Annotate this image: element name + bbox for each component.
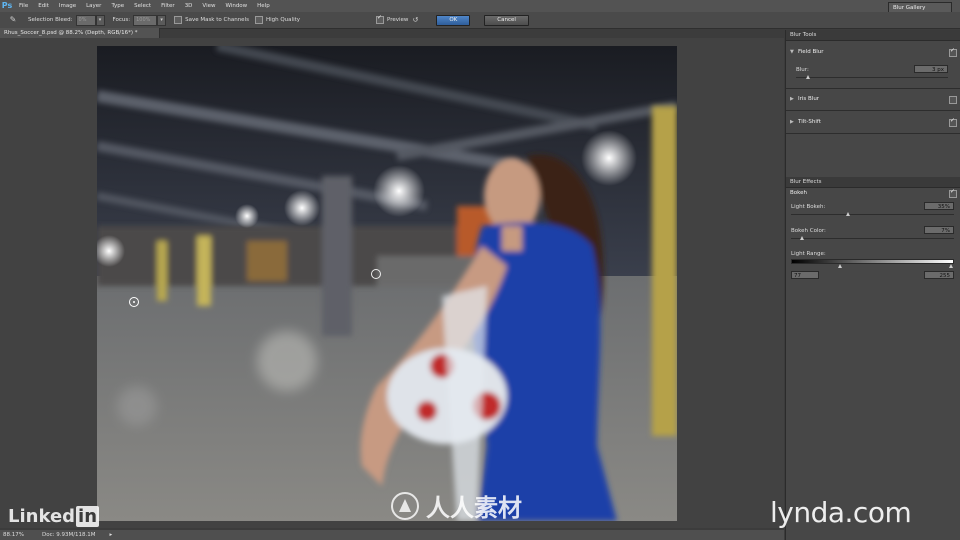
focus-dropdown[interactable]: ▾ <box>157 14 167 26</box>
blur-panel: Blur Tools ▼ Field Blur Blur: 3 px ▶ Iri… <box>785 30 960 540</box>
cancel-button[interactable]: Cancel <box>484 14 529 26</box>
bokeh-label: Bokeh <box>790 190 807 196</box>
preview-label: Preview <box>387 17 409 23</box>
center-watermark-text: 人人素材 <box>426 494 522 522</box>
expand-triangle-icon: ▼ <box>790 49 794 55</box>
photoshop-logo: Ps <box>1 1 13 10</box>
menu-bar: Ps File Edit Image Layer Type Select Fil… <box>0 0 960 14</box>
light-range-high-thumb[interactable] <box>949 264 953 268</box>
blur-label: Blur: <box>796 67 809 73</box>
iris-blur-header[interactable]: ▶ Iris Blur <box>786 93 960 105</box>
focus-label: Focus: <box>112 17 131 23</box>
collapse-triangle-icon: ▶ <box>790 119 794 125</box>
linkedin-text: Linked <box>8 506 76 527</box>
menu-3d[interactable]: 3D <box>180 0 198 12</box>
tilt-shift-label: Tilt-Shift <box>798 119 821 125</box>
blur-pin-secondary[interactable] <box>371 269 381 279</box>
save-mask-checkbox[interactable] <box>174 16 183 24</box>
light-bokeh-slider-track[interactable] <box>791 214 954 215</box>
blur-pin-handle[interactable] <box>129 297 139 307</box>
bokeh-toggle[interactable] <box>949 188 957 198</box>
field-blur-toggle[interactable] <box>949 47 957 57</box>
menu-image[interactable]: Image <box>54 0 81 12</box>
high-quality-label: High Quality <box>265 17 301 23</box>
tilt-shift-header[interactable]: ▶ Tilt-Shift <box>786 116 960 128</box>
doc-size-readout: Doc: 9.93M/118.1M <box>41 532 96 538</box>
light-range-gradient[interactable] <box>791 259 954 264</box>
light-range-max-field[interactable]: 255 <box>924 271 954 279</box>
zoom-readout[interactable]: 88.17% <box>3 530 24 540</box>
ok-button[interactable]: OK <box>436 14 471 26</box>
light-range-min-field[interactable]: 77 <box>791 271 819 279</box>
preview-checkbox[interactable] <box>376 14 385 24</box>
light-bokeh-field[interactable]: 35% <box>924 202 954 210</box>
menu-type[interactable]: Type <box>106 0 129 12</box>
bokeh-header: Bokeh <box>786 187 960 199</box>
bokeh-color-slider-track[interactable] <box>791 238 954 239</box>
selection-bleed-dropdown[interactable]: ▾ <box>95 14 105 26</box>
linkedin-in-badge: in <box>76 506 100 527</box>
iris-blur-toggle[interactable] <box>949 96 957 104</box>
options-bar: ✎ Selection Bleed: 0% ▾ Focus: 100% ▾ Sa… <box>0 12 960 29</box>
bokeh-color-slider-thumb[interactable] <box>799 236 804 240</box>
pin-tool-icon[interactable]: ✎ <box>8 15 18 25</box>
blur-tools-tab[interactable]: Blur Tools <box>786 30 960 41</box>
linkedin-watermark: Linked in <box>8 506 100 527</box>
high-quality-checkbox[interactable] <box>254 16 263 24</box>
document-tab[interactable]: Rhus_Soccer_8.psd @ 88.2% (Depth, RGB/16… <box>0 28 160 38</box>
bokeh-color-field[interactable]: 7% <box>924 226 954 234</box>
selection-bleed-field[interactable]: 0% <box>75 14 96 26</box>
menu-filter[interactable]: Filter <box>156 0 180 12</box>
menu-window[interactable]: Window <box>220 0 252 12</box>
tilt-shift-toggle[interactable] <box>949 117 957 127</box>
blur-slider-thumb[interactable] <box>806 75 810 79</box>
field-blur-header[interactable]: ▼ Field Blur <box>786 46 960 58</box>
light-range-low-thumb[interactable] <box>838 264 842 268</box>
focus-field[interactable]: 100% <box>133 14 158 26</box>
save-mask-label: Save Mask to Channels <box>185 17 249 23</box>
menu-help[interactable]: Help <box>252 0 275 12</box>
light-bokeh-slider-thumb[interactable] <box>845 212 850 216</box>
menu-select[interactable]: Select <box>129 0 156 12</box>
center-watermark: 人人素材 <box>390 488 522 523</box>
collapse-triangle-icon: ▶ <box>790 96 794 102</box>
light-bokeh-label: Light Bokeh: <box>791 204 826 210</box>
watermark-logo-icon <box>391 491 419 520</box>
menu-edit[interactable]: Edit <box>33 0 54 12</box>
menu-file[interactable]: File <box>14 0 33 12</box>
soccer-photo <box>97 46 677 521</box>
field-blur-label: Field Blur <box>798 49 824 55</box>
light-range-label: Light Range: <box>791 251 826 257</box>
blur-slider-track[interactable] <box>796 77 948 78</box>
menu-view[interactable]: View <box>197 0 220 12</box>
lynda-watermark: lynda.com <box>770 496 912 529</box>
document-image[interactable] <box>97 46 677 521</box>
status-arrow-icon[interactable]: ▸ <box>110 530 113 540</box>
bokeh-color-label: Bokeh Color: <box>791 228 826 234</box>
reset-icon[interactable]: ↺ <box>412 16 418 24</box>
canvas-area <box>0 38 784 528</box>
selection-bleed-label: Selection Bleed: <box>28 17 73 23</box>
blur-value-field[interactable]: 3 px <box>914 65 948 73</box>
menu-layer[interactable]: Layer <box>81 0 106 12</box>
status-bar: 88.17% Doc: 9.93M/118.1M ▸ <box>0 530 784 540</box>
iris-blur-label: Iris Blur <box>798 96 820 102</box>
